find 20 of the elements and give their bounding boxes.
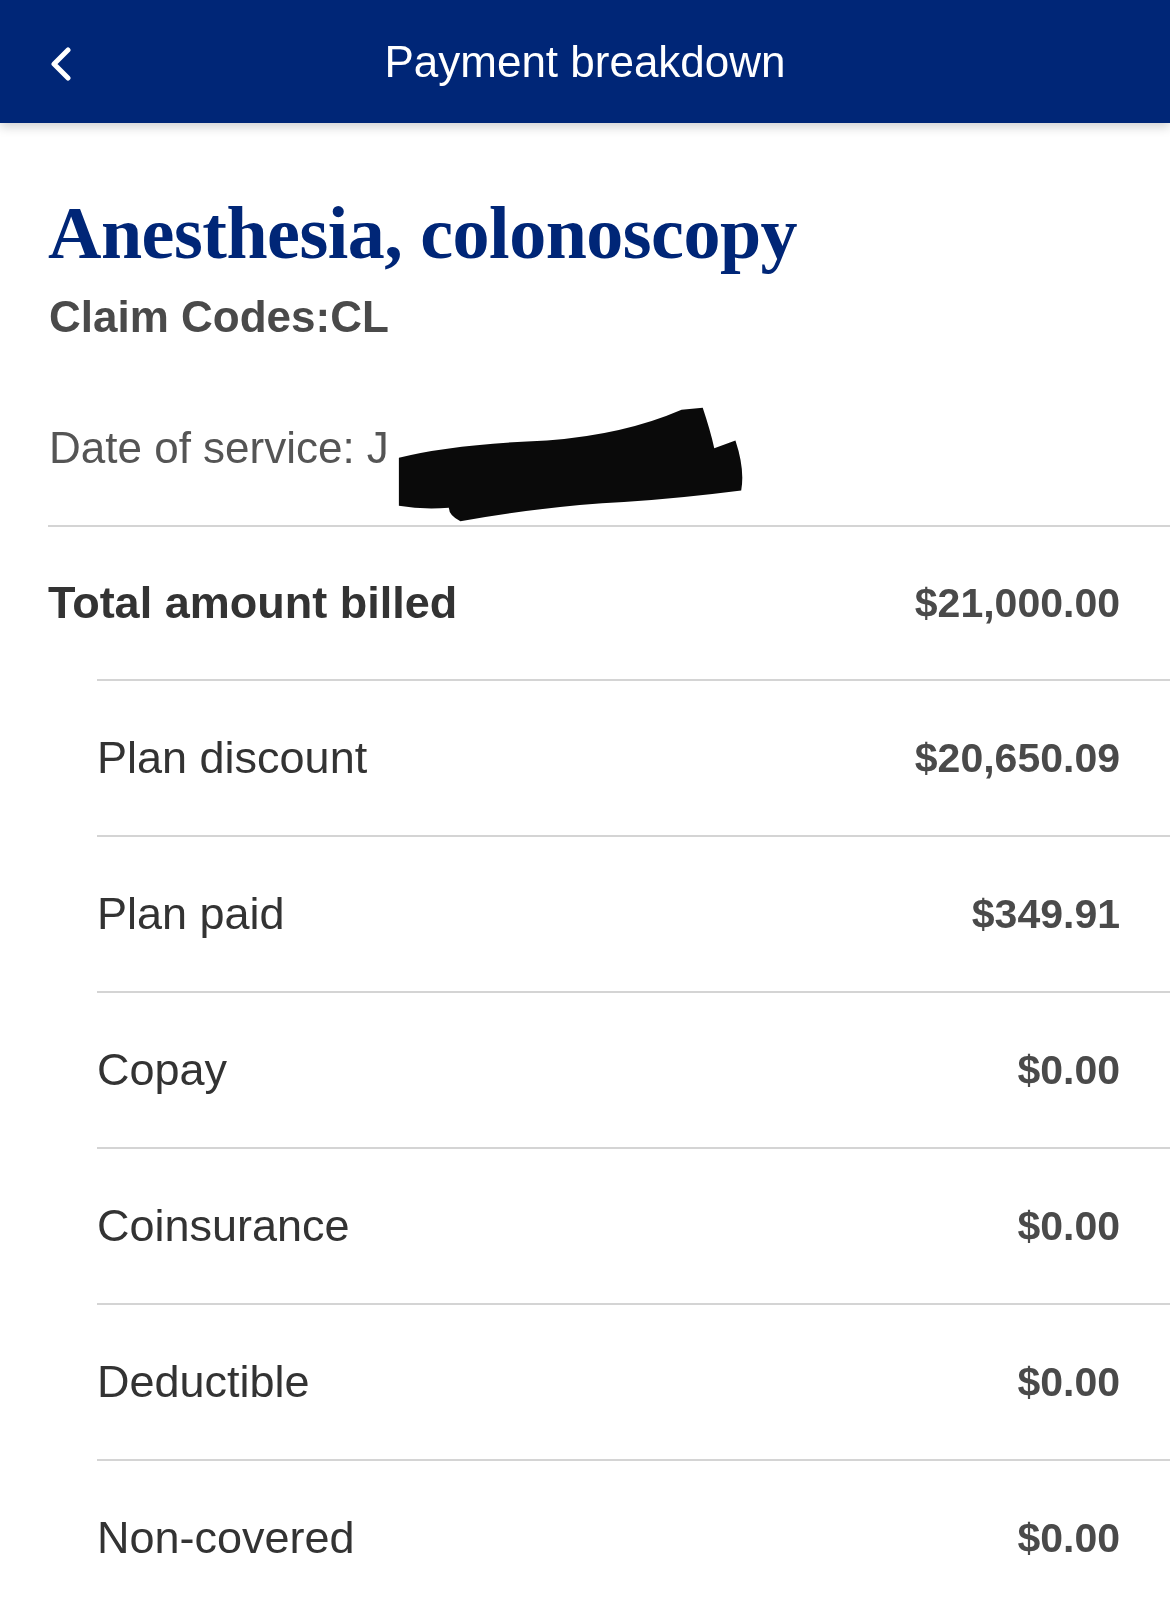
line-item-label: Deductible — [97, 1355, 310, 1409]
date-label: Date of service: — [49, 422, 355, 474]
line-item-amount: $0.00 — [1017, 1046, 1120, 1095]
line-item-label: Plan discount — [97, 731, 368, 785]
line-item-label: Copay — [97, 1043, 228, 1097]
claim-codes: Claim Codes:CL — [49, 291, 389, 343]
line-item-amount: $0.00 — [1017, 1358, 1120, 1407]
line-item-amount: $349.91 — [971, 890, 1120, 939]
line-item-amount: $0.00 — [1017, 1514, 1120, 1563]
chevron-left-icon — [50, 47, 72, 81]
date-value: J — [366, 422, 389, 474]
line-item-amount: $0.00 — [1017, 1202, 1120, 1251]
line-item-label: Coinsurance — [97, 1199, 350, 1253]
total-amount: $21,000.00 — [914, 579, 1120, 628]
line-item-amount: $20,650.09 — [914, 734, 1120, 783]
line-item-label: Non-covered — [97, 1511, 355, 1565]
claim-title: Anesthesia, colonoscopy — [48, 191, 798, 275]
line-item-label: Plan paid — [97, 887, 285, 941]
page-title: Payment breakdown — [384, 35, 786, 88]
total-label: Total amount billed — [48, 576, 458, 630]
